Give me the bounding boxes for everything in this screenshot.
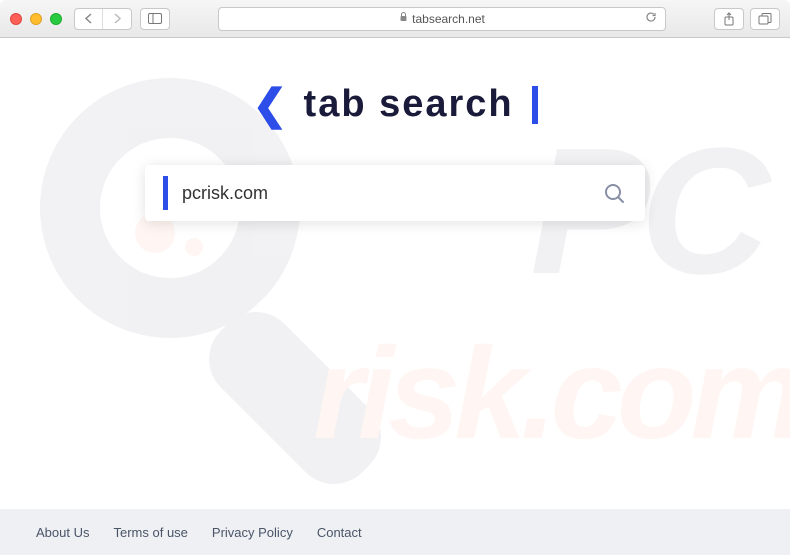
reload-button[interactable]	[645, 11, 657, 26]
lock-icon	[399, 12, 408, 25]
close-window-button[interactable]	[10, 13, 22, 25]
forward-button[interactable]	[103, 9, 131, 29]
search-button[interactable]	[601, 180, 627, 206]
search-input[interactable]	[182, 183, 601, 204]
sidebar-icon	[148, 13, 162, 24]
tabs-button[interactable]	[750, 8, 780, 30]
minimize-window-button[interactable]	[30, 13, 42, 25]
safari-toolbar: tabsearch.net	[0, 0, 790, 38]
back-button[interactable]	[75, 9, 103, 29]
sidebar-toggle-button[interactable]	[140, 8, 170, 30]
footer: About Us Terms of use Privacy Policy Con…	[0, 509, 790, 555]
search-accent-bar	[163, 176, 168, 210]
cursor-icon	[532, 86, 538, 124]
footer-link-privacy[interactable]: Privacy Policy	[212, 525, 293, 540]
search-icon	[603, 182, 625, 204]
maximize-window-button[interactable]	[50, 13, 62, 25]
logo-text: tab search	[304, 83, 514, 126]
reload-icon	[645, 11, 657, 23]
share-icon	[723, 12, 735, 26]
url-text: tabsearch.net	[412, 12, 485, 26]
footer-link-about[interactable]: About Us	[36, 525, 89, 540]
chevron-right-icon	[113, 13, 122, 24]
logo: ❮ tab search	[0, 38, 790, 129]
page-content: PC risk.com ❮ tab search About Us Terms …	[0, 38, 790, 555]
window-controls	[10, 13, 62, 25]
search-box	[145, 165, 645, 221]
footer-link-terms[interactable]: Terms of use	[113, 525, 187, 540]
share-button[interactable]	[714, 8, 744, 30]
address-bar[interactable]: tabsearch.net	[218, 7, 666, 31]
chevron-left-icon	[84, 13, 93, 24]
footer-link-contact[interactable]: Contact	[317, 525, 362, 540]
tabs-icon	[758, 13, 772, 25]
nav-back-forward	[74, 8, 132, 30]
chevron-left-icon: ❮	[252, 80, 289, 129]
